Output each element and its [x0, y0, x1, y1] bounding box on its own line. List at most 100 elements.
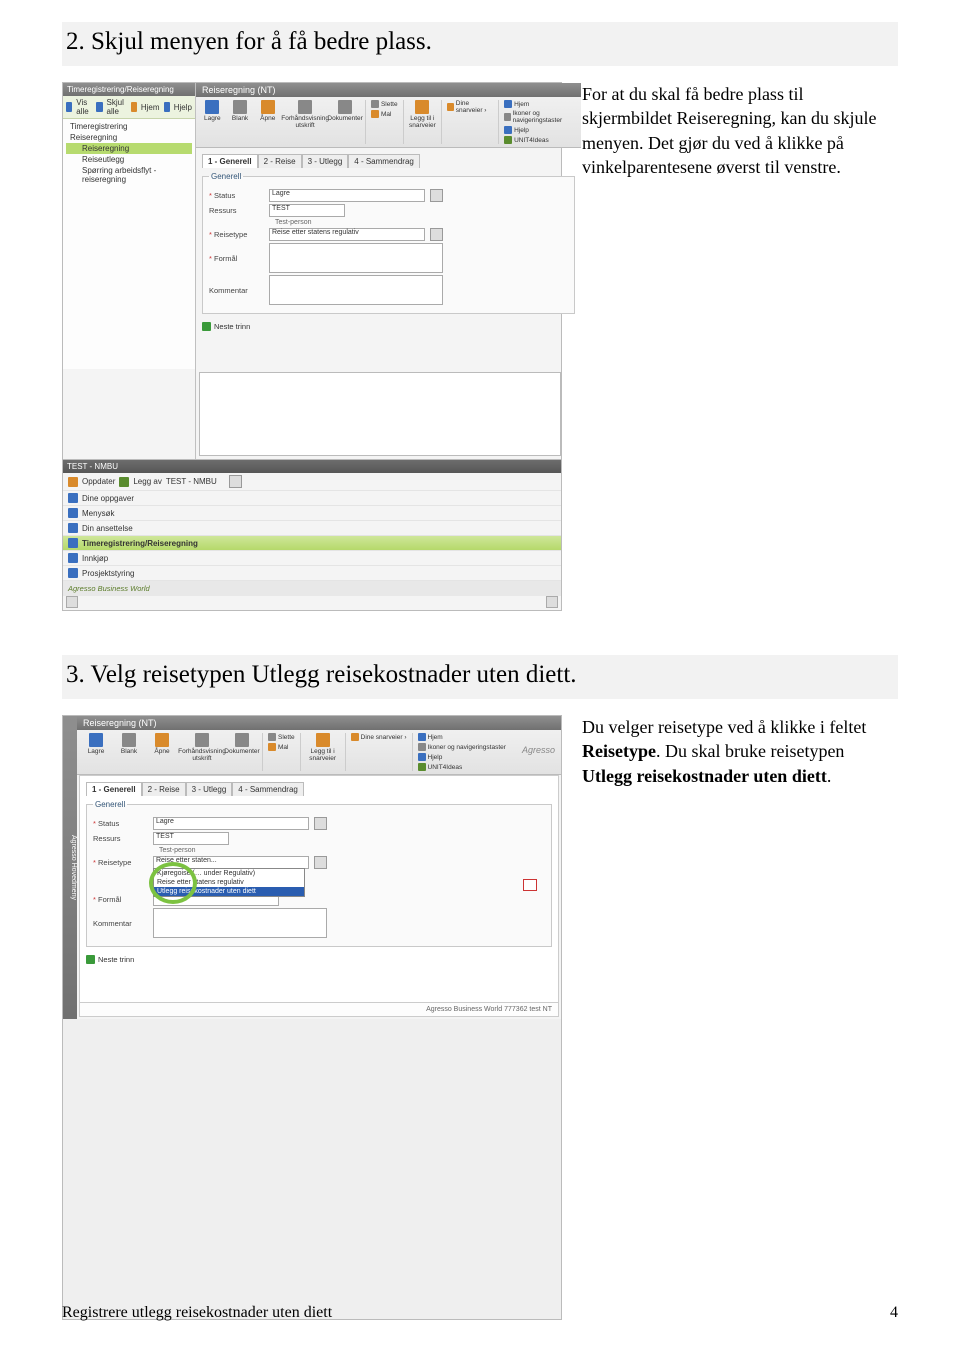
tab-utlegg[interactable]: 3 - Utlegg [186, 782, 233, 796]
refresh-icon[interactable] [68, 477, 78, 487]
bn-add[interactable]: Legg av [133, 477, 161, 486]
documents-button[interactable]: Dokumenter [330, 100, 360, 122]
keys-link[interactable]: Ikoner og navigeringstaster [418, 743, 506, 751]
template-link[interactable]: Mal [268, 743, 295, 751]
print-preview-button[interactable]: Forhåndsvisning utskrift [283, 100, 327, 129]
shortcuts-link[interactable]: Dine snarveier › [447, 100, 493, 114]
bn-select[interactable]: TEST - NMBU [166, 477, 226, 487]
chevron-down-icon[interactable] [430, 228, 443, 241]
tree-node[interactable]: Reiseutlegg [66, 154, 192, 165]
tab-general[interactable]: 1 - Generell [202, 154, 258, 168]
delete-icon [371, 100, 379, 108]
kommentar-textarea[interactable] [153, 908, 327, 938]
help-link[interactable]: Hjelp [504, 126, 577, 134]
ressurs-input[interactable]: TEST [269, 204, 345, 217]
blank-button[interactable]: Blank [228, 100, 253, 122]
bn-item[interactable]: Dine oppgaver [63, 491, 561, 506]
expand-icon[interactable] [66, 102, 72, 112]
tree-node-selected[interactable]: Reiseregning [66, 143, 192, 154]
documents-icon [338, 100, 352, 114]
step3-explanation: Du velger reisetype ved å klikke i felte… [582, 715, 892, 788]
tab-reise[interactable]: 2 - Reise [258, 154, 302, 168]
tab-general[interactable]: 1 - Generell [86, 782, 142, 796]
home-link[interactable]: Hjem [504, 100, 577, 108]
nav-btn[interactable]: Hjelp [174, 103, 192, 112]
dropdown-option[interactable]: Kjøregoise (… under Regulativ) [154, 869, 304, 878]
status-select[interactable]: Lagre [269, 189, 425, 202]
ideas-link[interactable]: UNIT4Ideas [418, 763, 506, 771]
add-shortcut-button[interactable]: Legg til i snarveier [306, 733, 340, 762]
collapsed-menu-tab[interactable]: Agresso Hovedmeny [63, 716, 77, 1019]
tab-sammendrag[interactable]: 4 - Sammendrag [348, 154, 420, 168]
help-icon[interactable] [164, 102, 170, 112]
ressurs-input[interactable]: TEST [153, 832, 229, 845]
search-icon [68, 508, 78, 518]
label-status: Status [209, 191, 263, 200]
delete-link[interactable]: Slette [371, 100, 398, 108]
info-icon [418, 733, 426, 741]
cart-icon [68, 553, 78, 563]
scroll-right-icon[interactable] [546, 596, 558, 608]
star-icon [351, 733, 359, 741]
bn-item[interactable]: Innkjøp [63, 551, 561, 566]
home-link[interactable]: Hjem [418, 733, 506, 741]
tab-sammendrag[interactable]: 4 - Sammendrag [232, 782, 304, 796]
step3-heading: 3. Velg reisetypen Utlegg reisekostnader… [62, 655, 898, 699]
kommentar-textarea[interactable] [269, 275, 443, 305]
tab-reise[interactable]: 2 - Reise [142, 782, 186, 796]
next-step-button[interactable]: Neste trinn [202, 322, 575, 331]
dropdown-option[interactable]: Reise etter statens regulativ [154, 878, 304, 887]
formaal-textarea[interactable] [269, 243, 443, 273]
chevron-down-icon[interactable] [314, 856, 327, 869]
chevron-down-icon[interactable] [314, 817, 327, 830]
add-shortcut-button[interactable]: Legg til i snarveier [408, 100, 436, 129]
tree-node[interactable]: Timeregistrering [66, 121, 192, 132]
next-step-button[interactable]: Neste trinn [86, 955, 134, 964]
form-legend: Generell [93, 800, 127, 809]
documents-button[interactable]: Dokumenter [227, 733, 257, 755]
label-kommentar: Kommentar [209, 286, 263, 295]
ideas-link[interactable]: UNIT4Ideas [504, 136, 577, 144]
chevron-down-icon[interactable] [229, 475, 242, 488]
delete-icon [268, 733, 276, 741]
home-icon[interactable] [131, 102, 137, 112]
bn-item[interactable]: Din ansettelse [63, 521, 561, 536]
nav-btn[interactable]: Skjul alle [107, 98, 127, 116]
print-preview-button[interactable]: Forhåndsvisning utskrift [180, 733, 224, 762]
bn-item[interactable]: Menysøk [63, 506, 561, 521]
save-icon [89, 733, 103, 747]
bn-item-active[interactable]: Timeregistrering/Reiseregning [63, 536, 561, 551]
open-icon [261, 100, 275, 114]
blank-area [199, 372, 561, 456]
bn-update[interactable]: Oppdater [82, 477, 115, 486]
keys-link[interactable]: Ikoner og navigeringstaster [504, 110, 577, 124]
tab-utlegg[interactable]: 3 - Utlegg [302, 154, 349, 168]
help-link[interactable]: Hjelp [418, 753, 506, 761]
open-button[interactable]: Åpne [147, 733, 177, 755]
reisetype-select[interactable]: Reise etter statens regulativ [269, 228, 425, 241]
add-icon[interactable] [119, 477, 129, 487]
save-button[interactable]: Lagre [200, 100, 225, 122]
main-title: Reiseregning (NT) [77, 716, 561, 730]
bn-item[interactable]: Prosjektstyring [63, 566, 561, 581]
star-icon [447, 103, 454, 111]
nav-tree: Timeregistrering Reiseregning Reiseregni… [63, 119, 195, 369]
print-icon [298, 100, 312, 114]
status-select[interactable]: Lagre [153, 817, 309, 830]
collapse-icon[interactable] [96, 102, 102, 112]
dropdown-option-selected[interactable]: Utlegg reisekostnader uten diett [154, 887, 304, 896]
blank-button[interactable]: Blank [114, 733, 144, 755]
scroll-left-icon[interactable] [66, 596, 78, 608]
delete-link[interactable]: Slette [268, 733, 295, 741]
ressurs-subtext: Test-person [153, 847, 196, 854]
open-button[interactable]: Åpne [255, 100, 280, 122]
nav-btn[interactable]: Vis alle [76, 98, 92, 116]
nav-btn[interactable]: Hjem [141, 103, 160, 112]
template-link[interactable]: Mal [371, 110, 398, 118]
tree-node[interactable]: Reiseregning [66, 132, 192, 143]
tree-node[interactable]: Spørring arbeidsflyt - reiseregning [66, 165, 192, 185]
chevron-down-icon[interactable] [430, 189, 443, 202]
save-button[interactable]: Lagre [81, 733, 111, 755]
page-number: 4 [890, 1304, 898, 1322]
shortcuts-link[interactable]: Dine snarveier › [351, 733, 407, 741]
